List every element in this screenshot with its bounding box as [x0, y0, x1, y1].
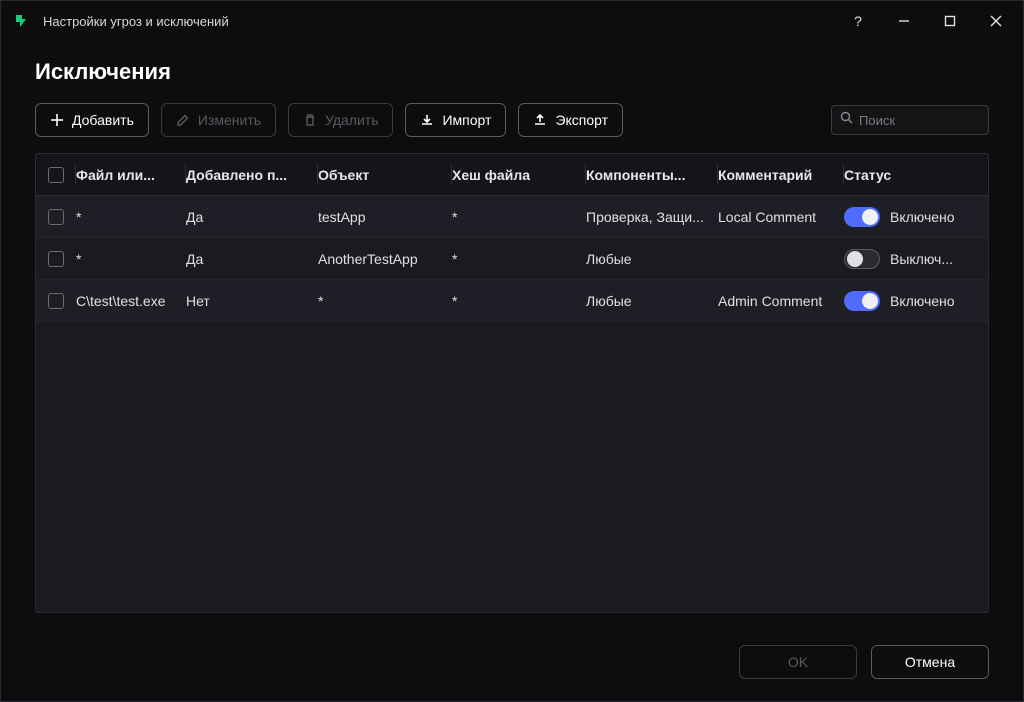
status-label: Выключ... — [890, 251, 953, 267]
search-input[interactable] — [859, 113, 1024, 128]
status-toggle[interactable] — [844, 207, 880, 227]
cell-hash: * — [452, 209, 586, 225]
edit-button[interactable]: Изменить — [161, 103, 276, 137]
header-hash[interactable]: Хеш файла — [452, 154, 586, 195]
exclusions-table: Файл или... Добавлено п... Объект Хеш фа… — [35, 153, 989, 613]
cell-object: AnotherTestApp — [318, 251, 452, 267]
add-label: Добавить — [72, 112, 134, 128]
export-label: Экспорт — [555, 112, 608, 128]
import-button[interactable]: Импорт — [405, 103, 506, 137]
header-file[interactable]: Файл или... — [76, 154, 186, 195]
row-checkbox[interactable] — [48, 293, 64, 309]
cell-components: Любые — [586, 251, 718, 267]
help-button[interactable]: ? — [841, 6, 875, 36]
status-toggle[interactable] — [844, 291, 880, 311]
minimize-button[interactable] — [887, 6, 921, 36]
header-status[interactable]: Статус — [844, 154, 988, 195]
header-components[interactable]: Компоненты... — [586, 154, 718, 195]
cancel-label: Отмена — [905, 654, 955, 670]
search-icon — [840, 111, 853, 129]
import-icon — [420, 113, 434, 127]
titlebar: Настройки угроз и исключений ? — [1, 1, 1023, 41]
toolbar: Добавить Изменить Удалить Импорт Экспорт — [35, 103, 989, 137]
trash-icon — [303, 113, 317, 127]
page-title: Исключения — [35, 59, 989, 85]
cell-components: Проверка, Защи... — [586, 209, 718, 225]
ok-button[interactable]: OK — [739, 645, 857, 679]
select-all-checkbox[interactable] — [48, 167, 64, 183]
add-button[interactable]: Добавить — [35, 103, 149, 137]
cell-object: * — [318, 293, 452, 309]
row-checkbox[interactable] — [48, 209, 64, 225]
status-label: Включено — [890, 293, 955, 309]
table-row[interactable]: * Да testApp * Проверка, Защи... Local C… — [36, 196, 988, 238]
cancel-button[interactable]: Отмена — [871, 645, 989, 679]
close-button[interactable] — [979, 6, 1013, 36]
app-window: Настройки угроз и исключений ? Исключени… — [0, 0, 1024, 702]
table-empty-area — [36, 322, 988, 612]
status-label: Включено — [890, 209, 955, 225]
window-title: Настройки угроз и исключений — [43, 14, 841, 29]
footer: OK Отмена — [1, 623, 1023, 701]
header-added[interactable]: Добавлено п... — [186, 154, 318, 195]
maximize-button[interactable] — [933, 6, 967, 36]
cell-added: Да — [186, 209, 318, 225]
import-label: Импорт — [442, 112, 491, 128]
cell-comment: Admin Comment — [718, 293, 844, 309]
delete-label: Удалить — [325, 112, 378, 128]
header-status-label: Статус — [844, 167, 891, 183]
header-checkbox-cell — [36, 154, 76, 195]
search-field[interactable] — [831, 105, 989, 135]
titlebar-controls: ? — [841, 6, 1013, 36]
cell-file: * — [76, 209, 186, 225]
header-comment[interactable]: Комментарий — [718, 154, 844, 195]
pencil-icon — [176, 113, 190, 127]
row-checkbox[interactable] — [48, 251, 64, 267]
table-row[interactable]: C\test\test.exe Нет * * Любые Admin Comm… — [36, 280, 988, 322]
table-row[interactable]: * Да AnotherTestApp * Любые Выключ... — [36, 238, 988, 280]
cell-added: Да — [186, 251, 318, 267]
cell-added: Нет — [186, 293, 318, 309]
export-button[interactable]: Экспорт — [518, 103, 623, 137]
cell-comment: Local Comment — [718, 209, 844, 225]
ok-label: OK — [788, 654, 808, 670]
cell-file: C\test\test.exe — [76, 293, 186, 309]
delete-button[interactable]: Удалить — [288, 103, 393, 137]
export-icon — [533, 113, 547, 127]
cell-components: Любые — [586, 293, 718, 309]
app-logo-icon — [13, 12, 31, 30]
cell-hash: * — [452, 293, 586, 309]
table-header-row: Файл или... Добавлено п... Объект Хеш фа… — [36, 154, 988, 196]
content-area: Исключения Добавить Изменить Удалить Имп… — [1, 41, 1023, 623]
plus-icon — [50, 113, 64, 127]
header-object[interactable]: Объект — [318, 154, 452, 195]
cell-hash: * — [452, 251, 586, 267]
cell-file: * — [76, 251, 186, 267]
edit-label: Изменить — [198, 112, 261, 128]
cell-object: testApp — [318, 209, 452, 225]
status-toggle[interactable] — [844, 249, 880, 269]
